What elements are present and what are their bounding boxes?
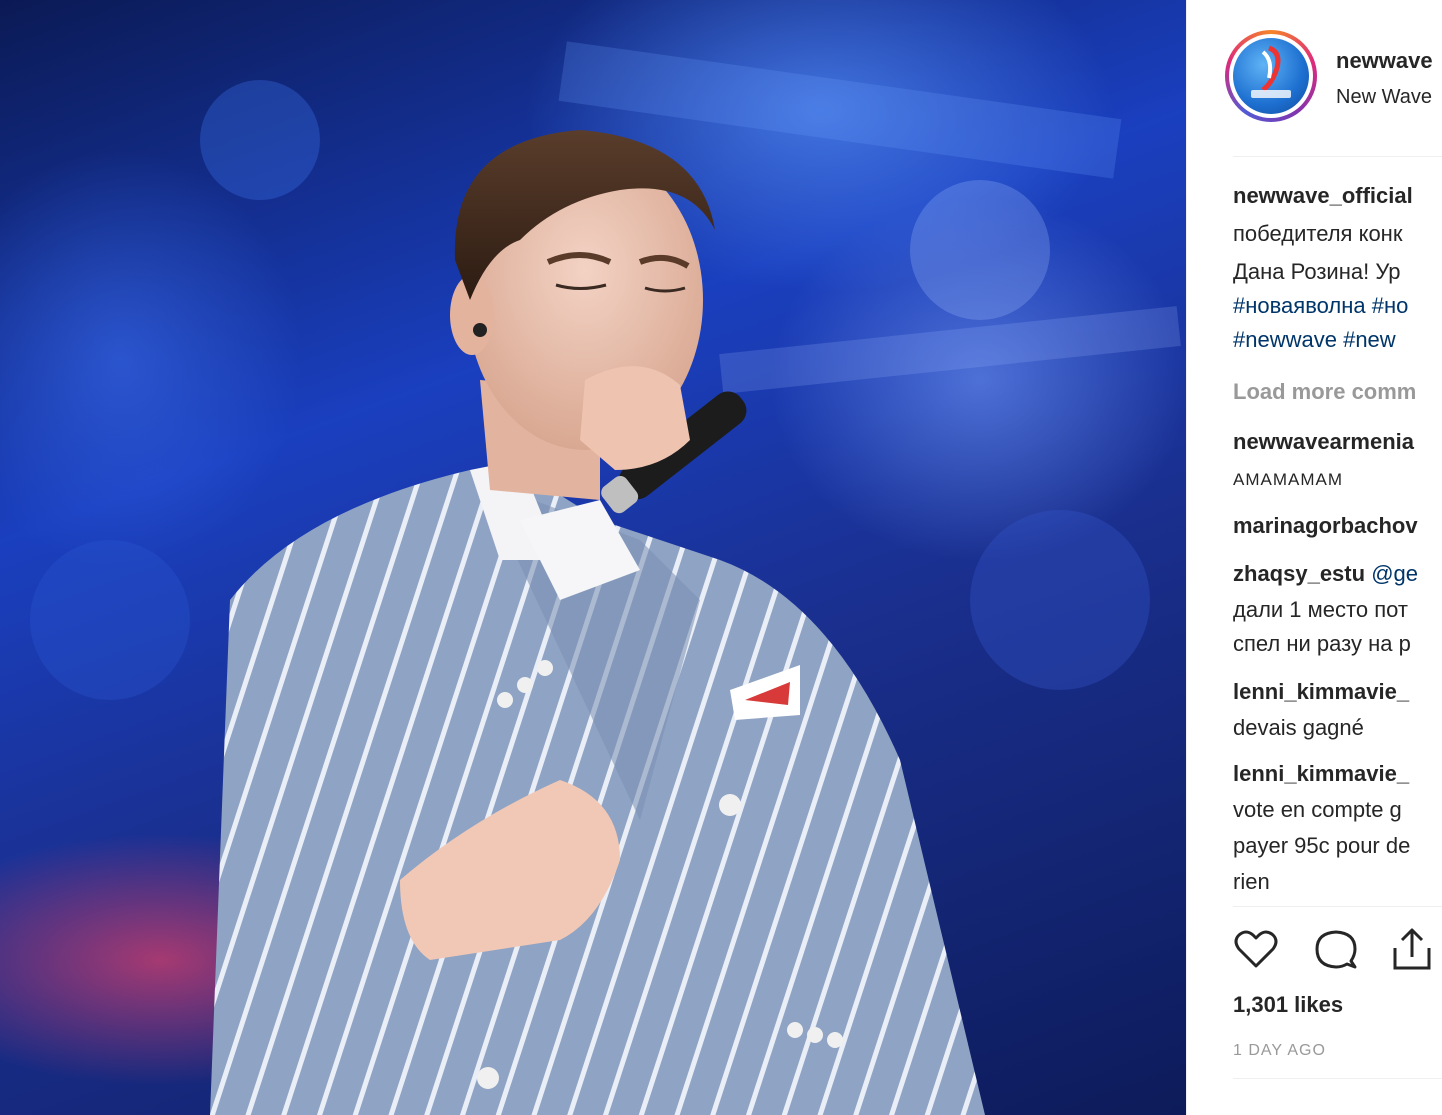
comment-text: rien xyxy=(1233,869,1270,894)
likes-count[interactable]: 1,301 likes xyxy=(1233,992,1343,1018)
post-actions xyxy=(1231,924,1442,974)
hashtag-link[interactable]: #новаяволна xyxy=(1233,293,1366,318)
comment-text: payer 95c pour de xyxy=(1233,833,1411,858)
photo-illustration xyxy=(30,41,1181,1115)
comment-text: АМАМАМАМ xyxy=(1233,470,1343,489)
load-more-comments-button[interactable]: Load more comm xyxy=(1233,378,1416,406)
comment-text: спел ни разу на р xyxy=(1233,631,1411,656)
like-button[interactable] xyxy=(1231,924,1281,974)
comment-username[interactable]: lenni_kimmavie_ xyxy=(1233,678,1409,706)
comment-row: zhaqsy_estu @ge xyxy=(1233,560,1418,588)
heart-icon xyxy=(1234,930,1278,968)
avatar[interactable] xyxy=(1225,30,1317,122)
hashtag-row: #новаяволна #но xyxy=(1233,292,1408,320)
hashtag-row: #newwave #new xyxy=(1233,326,1396,354)
actions-divider xyxy=(1233,906,1442,907)
share-icon xyxy=(1393,928,1431,970)
post-location[interactable]: New Wave xyxy=(1336,86,1432,109)
newwave-logo xyxy=(1233,38,1309,114)
post-author-username[interactable]: newwave xyxy=(1336,48,1433,74)
comment-text: дали 1 место пот xyxy=(1233,597,1408,622)
header-divider xyxy=(1233,156,1442,157)
logo-graphic xyxy=(1251,45,1291,98)
hashtag-link[interactable]: #new xyxy=(1343,327,1396,352)
comment-username[interactable]: zhaqsy_estu xyxy=(1233,561,1365,586)
comment-mention[interactable]: @ge xyxy=(1371,561,1418,586)
comment-icon xyxy=(1315,930,1357,969)
share-button[interactable] xyxy=(1387,924,1437,974)
caption-username[interactable]: newwave_official xyxy=(1233,182,1413,210)
comment-text: vote en compte g xyxy=(1233,797,1402,822)
caption-line: Дана Розина! Ур xyxy=(1233,259,1401,284)
post-side-panel: newwave New Wave newwave_official победи… xyxy=(1187,0,1442,1115)
hashtag-link[interactable]: #newwave xyxy=(1233,327,1337,352)
comment-button[interactable] xyxy=(1311,924,1361,974)
post-header: newwave New Wave xyxy=(1187,0,1442,156)
footer-divider xyxy=(1233,1078,1442,1079)
post-photo[interactable] xyxy=(0,0,1186,1115)
caption-line: победителя конк xyxy=(1233,221,1403,246)
comment-username[interactable]: lenni_kimmavie_ xyxy=(1233,760,1409,788)
comment-username[interactable]: marinagorbachov xyxy=(1233,512,1418,540)
post-timestamp[interactable]: 1 DAY AGO xyxy=(1233,1042,1326,1060)
hashtag-link[interactable]: #но xyxy=(1372,293,1409,318)
comment-username[interactable]: newwavearmenia xyxy=(1233,428,1414,456)
comment-text: devais gagné xyxy=(1233,715,1364,740)
